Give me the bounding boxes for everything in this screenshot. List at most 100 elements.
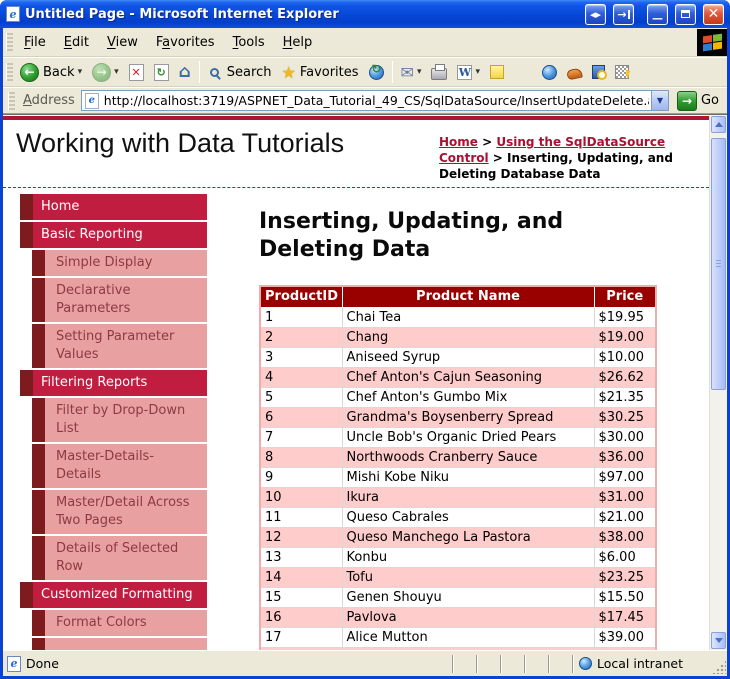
toolbar-separator <box>199 61 200 83</box>
sidebar-item[interactable]: Filter by Drop-Down List <box>20 398 207 442</box>
product-id-cell: 9 <box>260 467 342 487</box>
print-icon <box>431 68 447 80</box>
favorites-button[interactable]: ★ Favorites <box>276 61 363 84</box>
menu-item-tools[interactable]: Tools <box>224 31 274 54</box>
sidebar-item-label: Declarative Parameters <box>45 278 207 322</box>
menu-item-file[interactable]: File <box>15 31 55 54</box>
products-table-body: 1Chai Tea$19.952Chang$19.003Aniseed Syru… <box>260 307 656 650</box>
product-name-cell: Tofu <box>342 567 594 587</box>
menu-item-favorites[interactable]: Favorites <box>147 31 224 54</box>
vertical-scrollbar[interactable] <box>709 115 727 650</box>
scroll-up-button[interactable] <box>711 116 726 133</box>
stop-button[interactable]: ✕ <box>124 62 149 83</box>
pixel-grid-lightning-icon <box>615 65 629 79</box>
research-book-icon <box>592 65 605 79</box>
addressbar-grip[interactable] <box>8 92 15 110</box>
menu-item-help[interactable]: Help <box>274 31 322 54</box>
back-dropdown-icon[interactable]: ▾ <box>78 67 83 77</box>
menu-item-view[interactable]: View <box>98 31 147 54</box>
address-bar: Address e ▼ → Go <box>3 87 727 114</box>
product-name-cell: Alice Mutton <box>342 627 594 647</box>
toolbar-grip[interactable] <box>6 63 13 81</box>
mail-dropdown-icon[interactable]: ▾ <box>417 67 422 77</box>
sidebar-item-label: Filter by Drop-Down List <box>45 398 207 442</box>
close-icon: ✕ <box>708 6 720 22</box>
menubar-grip[interactable] <box>6 33 13 51</box>
address-input[interactable] <box>102 92 651 109</box>
back-label: Back <box>43 65 75 80</box>
table-row: 10Ikura$31.00 <box>260 487 656 507</box>
sidebar-item[interactable]: Simple Display <box>20 250 207 276</box>
print-button[interactable] <box>426 62 452 82</box>
product-name-cell: Carnarvon Tigers <box>342 647 594 650</box>
research-button[interactable] <box>587 63 610 81</box>
pan-arrows-button[interactable]: ◂▸ <box>585 4 606 25</box>
sidebar-item[interactable]: Master-Details-Details <box>20 444 207 488</box>
column-header: Product Name <box>342 286 594 307</box>
product-id-cell: 12 <box>260 527 342 547</box>
title-bar: e Untitled Page - Microsoft Internet Exp… <box>0 0 730 28</box>
home-button[interactable]: ⌂ <box>174 62 196 83</box>
refresh-button[interactable]: ↻ <box>149 62 174 83</box>
go-button[interactable]: → Go <box>675 91 725 111</box>
table-row: 8Northwoods Cranberry Sauce$36.00 <box>260 447 656 467</box>
product-name-cell: Aniseed Syrup <box>342 347 594 367</box>
product-id-cell: 8 <box>260 447 342 467</box>
status-panel <box>548 655 572 673</box>
messenger-button[interactable] <box>537 63 562 82</box>
sidebar: HomeBasic ReportingSimple DisplayDeclara… <box>20 194 207 650</box>
sidebar-item[interactable]: Setting Parameter Values <box>20 324 207 368</box>
sidebar-item[interactable]: Basic Reporting <box>20 222 207 248</box>
search-button[interactable]: Search <box>203 63 277 82</box>
table-row: 15Genen Shouyu$15.50 <box>260 587 656 607</box>
close-button[interactable]: ✕ <box>703 4 724 25</box>
price-cell: $97.00 <box>594 467 656 487</box>
sidebar-item[interactable]: Filtering Reports <box>20 370 207 396</box>
maximize-button[interactable] <box>675 4 696 25</box>
product-id-cell: 1 <box>260 307 342 327</box>
nav-accent <box>20 582 33 608</box>
sidebar-item[interactable]: Details of Selected Row <box>20 536 207 580</box>
mail-icon: ✉ <box>401 63 414 82</box>
table-row: 11Queso Cabrales$21.00 <box>260 507 656 527</box>
detach-window-button[interactable]: → <box>613 4 634 25</box>
product-name-cell: Pavlova <box>342 607 594 627</box>
breadcrumb-link[interactable]: Home <box>439 135 478 149</box>
address-dropdown-button[interactable]: ▼ <box>651 91 668 110</box>
menu-item-edit[interactable]: Edit <box>55 31 98 54</box>
left-right-arrows-icon: ◂▸ <box>590 8 601 21</box>
sidebar-item[interactable]: Master/Detail Across Two Pages <box>20 490 207 534</box>
scroll-down-button[interactable] <box>711 632 726 649</box>
forward-button[interactable]: → ▾ <box>87 61 124 84</box>
sidebar-item[interactable]: Format Colors <box>20 610 207 636</box>
back-button[interactable]: ← Back ▾ <box>15 61 87 84</box>
table-row: 2Chang$19.00 <box>260 327 656 347</box>
product-id-cell: 10 <box>260 487 342 507</box>
price-cell: $15.50 <box>594 587 656 607</box>
sidebar-item[interactable]: Home <box>20 194 207 220</box>
download-manager-button[interactable] <box>562 64 587 81</box>
forward-dropdown-icon[interactable]: ▾ <box>114 67 119 77</box>
edit-with-word-button[interactable]: W ▾ <box>452 63 485 82</box>
price-cell: $6.00 <box>594 547 656 567</box>
breadcrumb: Home > Using the SqlDataSource Control >… <box>439 134 699 182</box>
intranet-globe-icon <box>579 657 592 670</box>
window-resize-grip[interactable] <box>712 660 726 674</box>
scrollbar-thumb[interactable] <box>711 138 726 390</box>
search-label: Search <box>227 65 272 80</box>
status-panel <box>500 655 524 673</box>
edit-dropdown-icon[interactable]: ▾ <box>475 67 480 77</box>
table-row: 12Queso Manchego La Pastora$38.00 <box>260 527 656 547</box>
discuss-button[interactable] <box>485 63 509 81</box>
scrollbar-track[interactable] <box>710 134 727 631</box>
minimize-button[interactable]: — <box>647 4 668 25</box>
sidebar-item[interactable]: Declarative Parameters <box>20 278 207 322</box>
mail-button[interactable]: ✉ ▾ <box>396 61 427 84</box>
product-name-cell: Queso Cabrales <box>342 507 594 527</box>
product-id-cell: 4 <box>260 367 342 387</box>
sidebar-item[interactable]: Customized Formatting <box>20 582 207 608</box>
price-cell: $21.00 <box>594 507 656 527</box>
sync-button[interactable] <box>364 63 389 82</box>
plugin-grid-button[interactable] <box>610 63 634 81</box>
page-title: Inserting, Updating, and Deleting Data <box>259 208 604 264</box>
